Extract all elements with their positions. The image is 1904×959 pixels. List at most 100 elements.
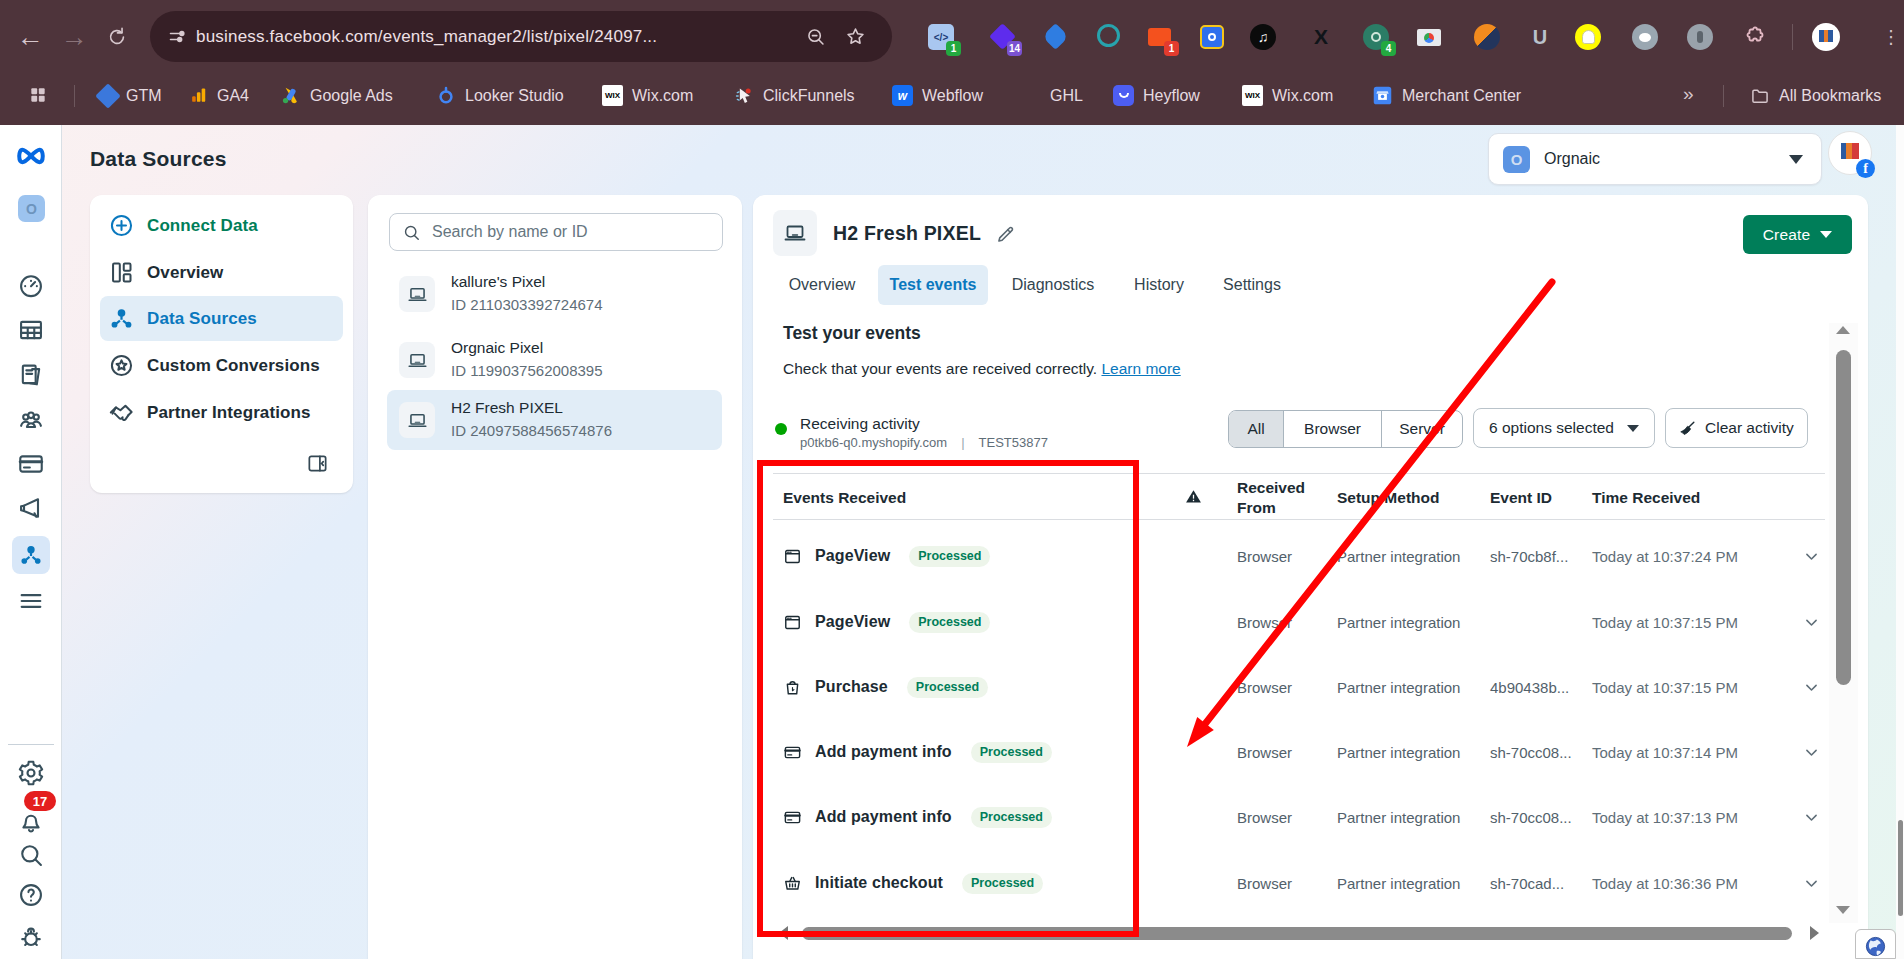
scroll-up-arrow[interactable]	[1836, 326, 1850, 334]
profile-avatar[interactable]	[1812, 23, 1840, 51]
search-placeholder: Search by name or ID	[432, 223, 588, 241]
all-bookmarks[interactable]: All Bookmarks	[1750, 66, 1881, 125]
expand-chevron-icon[interactable]	[1803, 602, 1821, 642]
pixel-header-icon	[773, 210, 817, 256]
expand-chevron-icon[interactable]	[1803, 797, 1821, 837]
rail-overview-icon[interactable]	[17, 271, 45, 299]
tab-overview[interactable]: Overview	[790, 265, 854, 305]
rail-menu-icon[interactable]	[17, 587, 45, 615]
rail-data-sources-selected[interactable]	[12, 536, 50, 574]
nav-custom-conversions[interactable]: Custom Conversions	[100, 343, 343, 388]
expand-chevron-icon[interactable]	[1803, 732, 1821, 772]
bookmarks-overflow-chevron[interactable]: »	[1683, 83, 1694, 105]
rail-ads-icon[interactable]	[17, 494, 45, 522]
rail-table-icon[interactable]	[17, 316, 45, 344]
url-text[interactable]: business.facebook.com/events_manager2/li…	[196, 27, 657, 47]
rail-notifications-icon[interactable]	[17, 807, 45, 835]
learn-more-link[interactable]: Learn more	[1101, 360, 1180, 377]
url-bar[interactable]: business.facebook.com/events_manager2/li…	[150, 11, 892, 62]
clear-activity-button[interactable]: Clear activity	[1665, 408, 1808, 448]
bookmark-star-icon[interactable]	[845, 26, 866, 47]
forward-icon[interactable]: →	[58, 21, 90, 53]
zoom-icon[interactable]	[805, 26, 826, 47]
extension-swirl[interactable]	[1474, 24, 1500, 50]
search-input[interactable]: Search by name or ID	[389, 213, 723, 251]
pixel-item-orgnaic[interactable]: Orgnaic Pixel ID 1199037562008395	[387, 330, 722, 390]
tab-history[interactable]: History	[1135, 265, 1183, 305]
extension-pin[interactable]	[1687, 24, 1713, 50]
tab-test-events[interactable]: Test events	[888, 265, 978, 305]
bookmark-wix[interactable]: WIXWix.com	[602, 66, 693, 125]
bookmark-wix-2[interactable]: WIXWix.com	[1242, 66, 1333, 125]
business-selector[interactable]: O Orgnaic	[1488, 133, 1822, 185]
bookmark-looker-studio[interactable]: Looker Studio	[436, 66, 564, 125]
bookmark-gtm[interactable]: GTM	[99, 66, 162, 125]
broom-icon	[1678, 419, 1697, 438]
extensions-puzzle-icon[interactable]	[1741, 24, 1767, 50]
scroll-down-arrow[interactable]	[1836, 906, 1850, 914]
bookmark-merchant-center[interactable]: Merchant Center	[1372, 66, 1521, 125]
extension-snapchat[interactable]	[1575, 24, 1601, 50]
business-avatar[interactable]: O	[18, 195, 45, 222]
apps-grid-icon[interactable]	[28, 85, 48, 105]
col-setup-method: Setup Method	[1337, 489, 1439, 507]
back-icon[interactable]: ←	[14, 21, 46, 53]
star-circle-icon	[108, 352, 135, 379]
bookmark-ga4[interactable]: GA4	[189, 66, 249, 125]
receiving-status-dot	[775, 423, 787, 435]
bookmark-heyflow[interactable]: Heyflow	[1113, 66, 1200, 125]
rail-help-icon[interactable]	[17, 881, 45, 909]
tab-settings[interactable]: Settings	[1224, 265, 1280, 305]
nav-connect-data[interactable]: Connect Data	[100, 203, 343, 248]
bookmark-google-ads[interactable]: Google Ads	[281, 66, 393, 125]
rail-audiences-icon[interactable]	[17, 406, 45, 434]
expand-chevron-icon[interactable]	[1803, 667, 1821, 707]
segment-browser[interactable]: Browser	[1283, 411, 1381, 447]
extension-pixel-helper[interactable]: 14	[989, 24, 1015, 50]
extension-u[interactable]: U	[1527, 24, 1553, 50]
options-dropdown[interactable]: 6 options selected	[1473, 408, 1655, 448]
expand-chevron-icon[interactable]	[1803, 536, 1821, 576]
rail-billing-icon[interactable]	[17, 450, 45, 478]
filter-segmented-control: All Browser Server	[1228, 410, 1463, 448]
rail-bug-icon[interactable]	[17, 924, 45, 952]
rail-search-icon[interactable]	[17, 841, 45, 869]
pixel-item-kallure[interactable]: kallure's Pixel ID 2110303392724674	[387, 264, 722, 324]
tab-diagnostics[interactable]: Diagnostics	[1013, 265, 1093, 305]
edit-pencil-icon[interactable]	[995, 224, 1016, 245]
segment-all[interactable]: All	[1229, 411, 1283, 447]
extension-tag[interactable]	[1042, 24, 1068, 50]
bookmark-ghl[interactable]: GHL	[1050, 66, 1083, 125]
vertical-scroll-thumb[interactable]	[1836, 350, 1851, 685]
extension-frame[interactable]	[1199, 24, 1225, 50]
extension-lens[interactable]	[1097, 24, 1123, 50]
nav-data-sources[interactable]: Data Sources	[100, 296, 343, 341]
bookmark-clickfunnels[interactable]: ClickFunnels	[734, 66, 855, 125]
extension-green[interactable]: 4	[1363, 24, 1389, 50]
extension-x[interactable]: X	[1308, 24, 1334, 50]
segment-server[interactable]: Server	[1381, 411, 1462, 447]
menu-dots-icon[interactable]: ⋮	[1878, 24, 1904, 50]
globe-popup[interactable]	[1855, 929, 1896, 959]
extension-folder[interactable]	[1416, 24, 1442, 50]
meta-logo[interactable]	[15, 144, 47, 168]
reload-icon[interactable]	[106, 26, 128, 48]
extension-code[interactable]: </>1	[928, 24, 954, 50]
col-event-id: Event ID	[1490, 489, 1552, 507]
expand-chevron-icon[interactable]	[1803, 863, 1821, 903]
bookmark-webflow[interactable]: wWebflow	[892, 66, 983, 125]
create-button[interactable]: Create	[1743, 215, 1852, 254]
receiving-activity-label: Receiving activity	[800, 415, 920, 433]
rail-pages-icon[interactable]	[17, 361, 45, 389]
extension-music[interactable]: ♫	[1250, 24, 1276, 50]
nav-partner-integrations[interactable]: Partner Integrations	[100, 390, 343, 435]
site-info-icon[interactable]	[167, 26, 188, 47]
page-scroll-thumb[interactable]	[1898, 820, 1903, 916]
extension-reddit[interactable]	[1632, 24, 1658, 50]
scroll-right-arrow[interactable]	[1810, 926, 1819, 940]
nav-overview[interactable]: Overview	[100, 250, 343, 295]
extension-mail[interactable]: 1	[1146, 24, 1172, 50]
collapse-sidebar-icon[interactable]	[306, 452, 329, 475]
pixel-item-h2-fresh-selected[interactable]: H2 Fresh PIXEL ID 24097588456574876	[387, 390, 722, 450]
rail-settings-icon[interactable]	[17, 759, 45, 787]
